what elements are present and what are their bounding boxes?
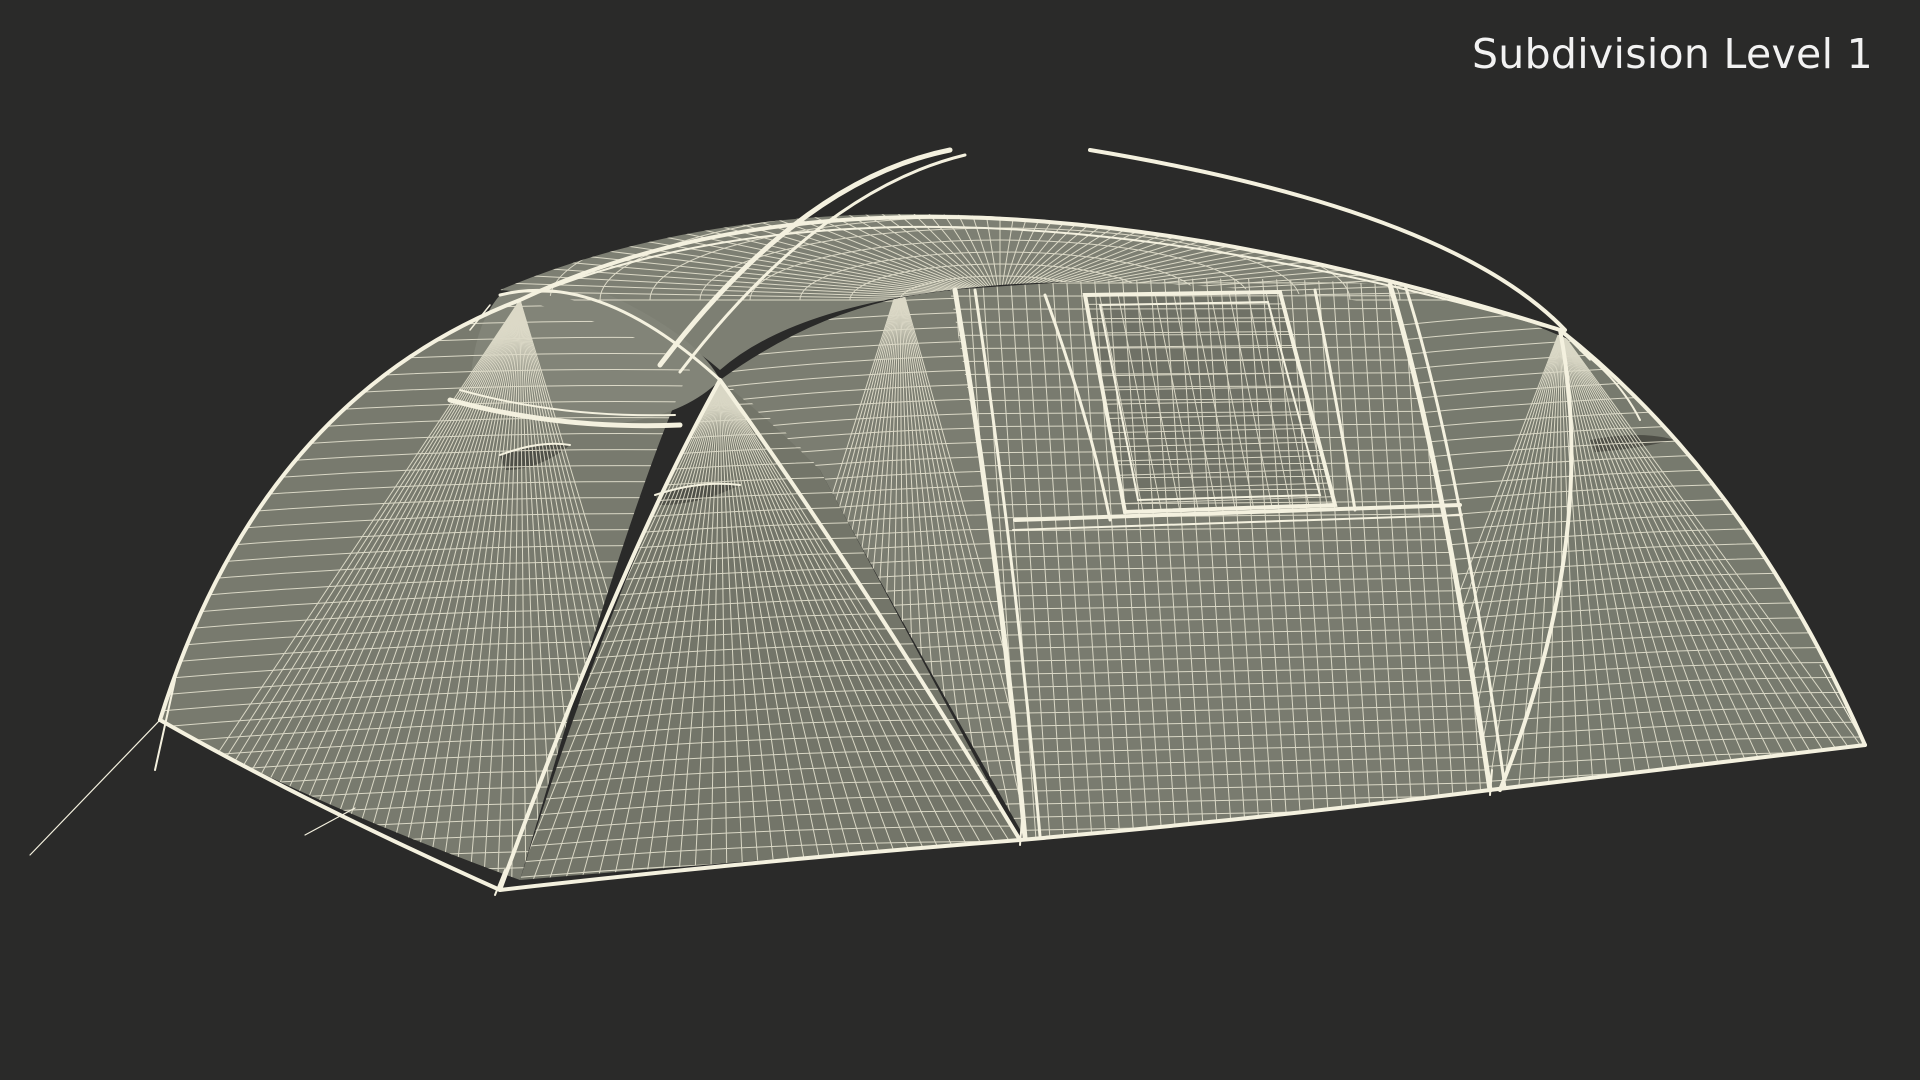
subdivision-level-label: Subdivision Level 1 [1471,30,1873,78]
wire-line [520,856,1020,880]
wire-line [520,871,1020,880]
wire-line [160,865,690,880]
render-viewport: Subdivision Level 1 [0,0,1920,1080]
tent-wireframe-render [29,147,1867,896]
tent-surfaces [160,213,1865,880]
wire-line [950,295,1490,297]
